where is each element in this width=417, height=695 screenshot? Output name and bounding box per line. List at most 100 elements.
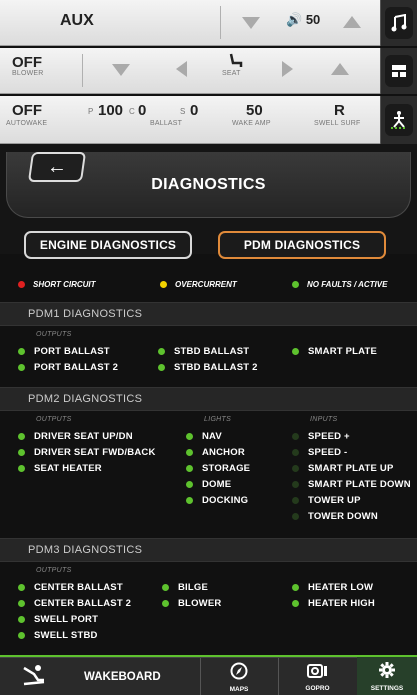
- pdm2-light: NAV: [186, 430, 222, 442]
- seat-forward-button[interactable]: [282, 61, 293, 77]
- status-dot: [158, 363, 165, 371]
- status-dot: [292, 347, 299, 355]
- pdm3-output: BILGE: [162, 581, 208, 593]
- status-dot: [18, 615, 25, 623]
- pdm1-output: PORT BALLAST 2: [18, 361, 118, 373]
- wake-tab[interactable]: [380, 96, 417, 144]
- audio-source-label[interactable]: AUX: [60, 12, 94, 30]
- status-dot: [186, 464, 193, 472]
- pdm2-section-header: PDM2 DIAGNOSTICS: [0, 387, 417, 411]
- legend-label: SHORT CIRCUIT: [33, 280, 96, 289]
- top-control-strip: AUX 🔊 50 OFF BLOWER SEAT OFF AUTOWAKE P …: [0, 0, 417, 144]
- gear-icon: [378, 661, 396, 684]
- pdm3-output: HEATER LOW: [292, 581, 373, 593]
- ballast-starboard-value: 0: [190, 102, 199, 119]
- status-dot: [18, 631, 25, 639]
- autowake-label: AUTOWAKE: [6, 120, 48, 127]
- status-dot: [186, 496, 193, 504]
- seat-label: SEAT: [222, 70, 241, 77]
- pdm2-light: STORAGE: [186, 462, 250, 474]
- mode-selector-button[interactable]: WAKEBOARD: [0, 658, 200, 695]
- autowake-value[interactable]: OFF: [12, 102, 42, 119]
- pdm2-lights-label: LIGHTS: [204, 416, 232, 423]
- blower-down-button[interactable]: [112, 64, 130, 76]
- status-dot: [292, 448, 299, 456]
- climate-tab[interactable]: [380, 48, 417, 94]
- pdm2-input: SMART PLATE DOWN: [292, 478, 411, 490]
- audio-row: AUX 🔊 50: [0, 0, 380, 46]
- status-dot: [186, 448, 193, 456]
- nav-gopro[interactable]: GOPRO: [278, 658, 357, 695]
- seat-back-button[interactable]: [176, 61, 187, 77]
- status-dot: [292, 480, 299, 488]
- music-tab[interactable]: [380, 0, 417, 46]
- pdm2-input: SPEED -: [292, 446, 347, 458]
- pdm2-light: ANCHOR: [186, 446, 245, 458]
- pdm2-input: TOWER DOWN: [292, 510, 378, 522]
- swell-surf-label: SWELL SURF: [314, 120, 361, 127]
- divider: [82, 54, 83, 87]
- legend-no-faults: NO FAULTS / ACTIVE: [292, 280, 387, 289]
- pdm3-output: HEATER HIGH: [292, 597, 375, 609]
- status-dot: [162, 583, 169, 591]
- status-dot: [292, 599, 299, 607]
- pdm2-output: DRIVER SEAT UP/DN: [18, 430, 133, 442]
- status-dot: [18, 363, 25, 371]
- nav-maps[interactable]: MAPS: [200, 658, 278, 695]
- status-dot: [186, 432, 193, 440]
- status-dot: [158, 347, 165, 355]
- pdm2-light: DOME: [186, 478, 231, 490]
- wake-amp-value[interactable]: 50: [246, 102, 263, 119]
- pdm1-output: STBD BALLAST 2: [158, 361, 258, 373]
- status-dot: [18, 583, 25, 591]
- gopro-label: GOPRO: [305, 684, 330, 692]
- ballast-label: BALLAST: [150, 120, 183, 127]
- volume-up-button[interactable]: [343, 16, 361, 28]
- music-note-icon: [385, 7, 413, 39]
- volume-display: 🔊 50: [286, 12, 320, 28]
- pdm3-outputs-label: OUTPUTS: [36, 567, 72, 574]
- wake-amp-label: WAKE AMP: [232, 120, 271, 127]
- pdm3-output: CENTER BALLAST: [18, 581, 123, 593]
- status-dot: [18, 448, 25, 456]
- status-dot: [18, 432, 25, 440]
- swell-surf-value[interactable]: R: [334, 102, 345, 119]
- nav-settings[interactable]: SETTINGS: [357, 657, 417, 695]
- divider: [220, 6, 221, 39]
- status-dot: [162, 599, 169, 607]
- red-status-dot: [18, 281, 25, 288]
- status-dot: [292, 496, 299, 504]
- maps-label: MAPS: [229, 685, 249, 693]
- legend-label: NO FAULTS / ACTIVE: [307, 280, 388, 289]
- pdm3-section-header: PDM3 DIAGNOSTICS: [0, 538, 417, 562]
- grid-icon: [385, 55, 413, 87]
- volume-down-button[interactable]: [242, 17, 260, 29]
- settings-label: SETTINGS: [370, 684, 404, 692]
- green-status-dot: [292, 281, 299, 288]
- ballast-port-prefix: P: [88, 107, 94, 116]
- pdm1-section-header: PDM1 DIAGNOSTICS: [0, 302, 417, 326]
- pdm1-outputs-label: OUTPUTS: [36, 331, 72, 338]
- pdm1-output: STBD BALLAST: [158, 345, 249, 357]
- status-dot: [186, 480, 193, 488]
- pdm2-output: DRIVER SEAT FWD/BACK: [18, 446, 156, 458]
- tab-engine-diagnostics[interactable]: ENGINE DIAGNOSTICS: [24, 231, 192, 259]
- status-dot: [18, 464, 25, 472]
- compass-icon: [230, 662, 248, 685]
- seat-up-button[interactable]: [331, 63, 349, 75]
- tab-pdm-diagnostics[interactable]: PDM DIAGNOSTICS: [218, 231, 386, 259]
- pdm2-outputs-label: OUTPUTS: [36, 416, 72, 423]
- pdm1-output: PORT BALLAST: [18, 345, 110, 357]
- pdm3-output: SWELL STBD: [18, 629, 98, 641]
- wake-settings-row: OFF AUTOWAKE P 100 C 0 S 0 BALLAST 50 WA…: [0, 96, 380, 144]
- yellow-status-dot: [160, 281, 167, 288]
- ballast-center-prefix: C: [129, 107, 135, 116]
- ballast-starboard-prefix: S: [180, 107, 186, 116]
- pdm2-input: SMART PLATE UP: [292, 462, 393, 474]
- climate-seat-row: OFF BLOWER SEAT: [0, 48, 380, 94]
- pdm1-output: SMART PLATE: [292, 345, 377, 357]
- status-legend: SHORT CIRCUIT OVERCURRENT NO FAULTS / AC…: [0, 280, 417, 294]
- volume-value: 50: [305, 12, 321, 27]
- wakeboard-rider-icon: [22, 664, 46, 691]
- status-dot: [292, 464, 299, 472]
